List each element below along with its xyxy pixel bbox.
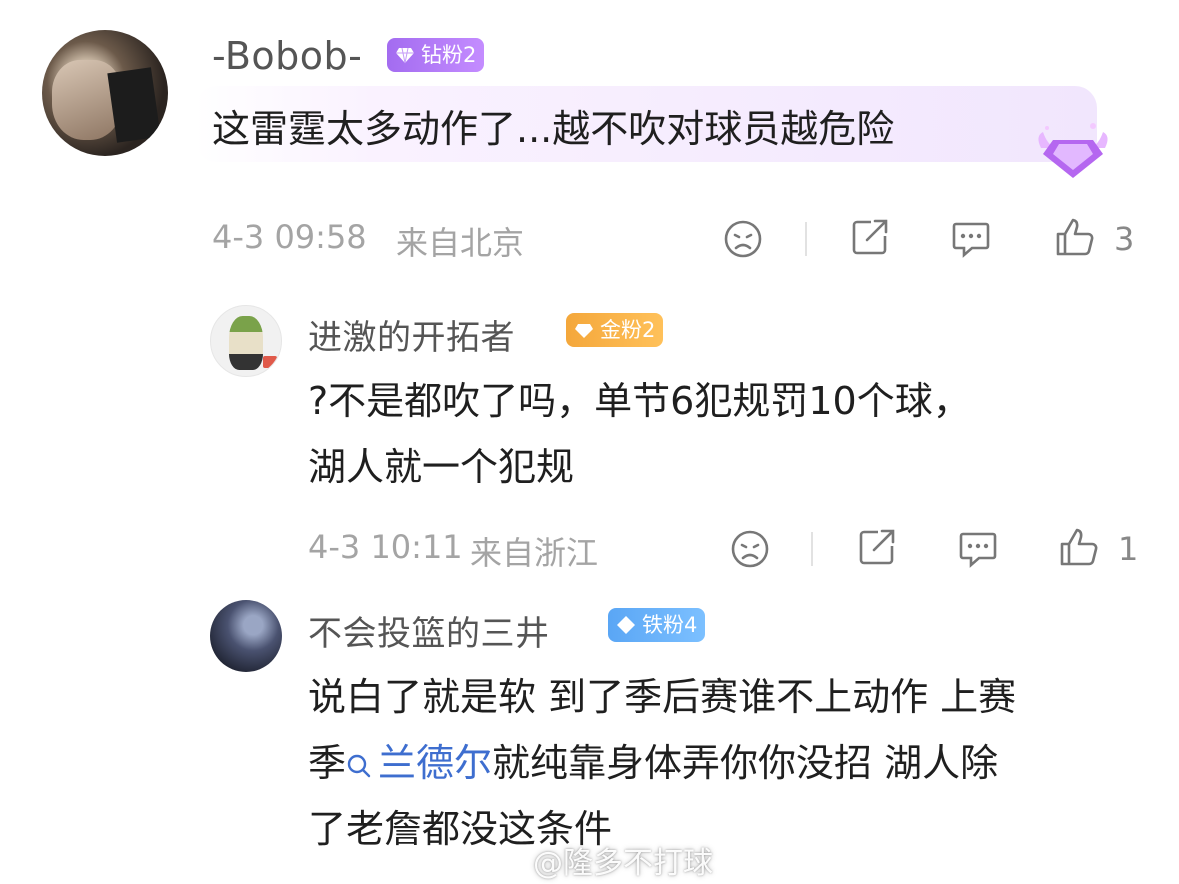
username[interactable]: 进激的开拓者 — [308, 310, 515, 359]
mention-text: 兰德尔 — [378, 741, 493, 785]
sad-face-icon[interactable] — [722, 218, 764, 260]
text-fragment: 就纯靠身体弄你你没招 湖人除 — [492, 741, 999, 785]
weibo-icon — [497, 852, 527, 877]
badge-label: 钻粉2 — [421, 43, 477, 67]
diamond-icon — [575, 324, 593, 338]
sad-face-icon[interactable] — [729, 528, 771, 570]
comment-text-line: 季兰德尔就纯靠身体弄你你没招 湖人除 — [308, 732, 998, 794]
fan-badge[interactable]: 金粉2 — [566, 313, 664, 347]
thumb-up-icon[interactable] — [1058, 526, 1100, 568]
like-count: 3 — [1114, 220, 1135, 258]
like-count: 1 — [1118, 530, 1139, 568]
comment-text-line: 湖人就一个犯规 — [308, 445, 575, 489]
comment-icon[interactable] — [957, 528, 999, 570]
avatar[interactable] — [42, 30, 168, 156]
diamond-icon — [396, 47, 414, 64]
share-icon[interactable] — [856, 526, 898, 568]
text-fragment: 季 — [308, 741, 347, 785]
divider — [811, 532, 813, 566]
watermark: @隆多不打球 — [497, 838, 713, 882]
badge-label: 铁粉4 — [642, 613, 698, 637]
avatar[interactable] — [210, 305, 282, 377]
comment-location: 来自北京 — [396, 224, 525, 262]
comment-text-line: ?不是都吹了吗，单节6犯规罚10个球， — [308, 379, 971, 423]
share-icon[interactable] — [849, 216, 891, 258]
username[interactable]: 不会投篮的三井 — [308, 606, 550, 655]
comment-time: 4-3 10:11 — [308, 528, 463, 566]
comment-text-line: 说白了就是软 到了季后赛谁不上动作 上赛 — [308, 675, 1017, 719]
watermark-text: @隆多不打球 — [533, 846, 713, 881]
badge-label: 金粉2 — [600, 318, 656, 342]
diamond-icon — [617, 616, 635, 634]
comment-text: 这雷霆太多动作了...越不吹对球员越危险 — [212, 107, 895, 151]
avatar[interactable] — [210, 600, 282, 672]
mention-link[interactable]: 兰德尔 — [346, 741, 492, 785]
username[interactable]: -Bobob- — [212, 34, 362, 78]
fan-badge[interactable]: 钻粉2 — [387, 38, 485, 72]
comment-location: 来自浙江 — [470, 534, 599, 572]
fan-badge[interactable]: 铁粉4 — [608, 608, 706, 642]
comment-time: 4-3 09:58 — [212, 218, 367, 256]
divider — [805, 222, 807, 256]
thumb-up-icon[interactable] — [1054, 216, 1096, 258]
search-icon — [347, 754, 371, 778]
comment-icon[interactable] — [950, 218, 992, 260]
crown-gem-icon — [1038, 123, 1108, 178]
